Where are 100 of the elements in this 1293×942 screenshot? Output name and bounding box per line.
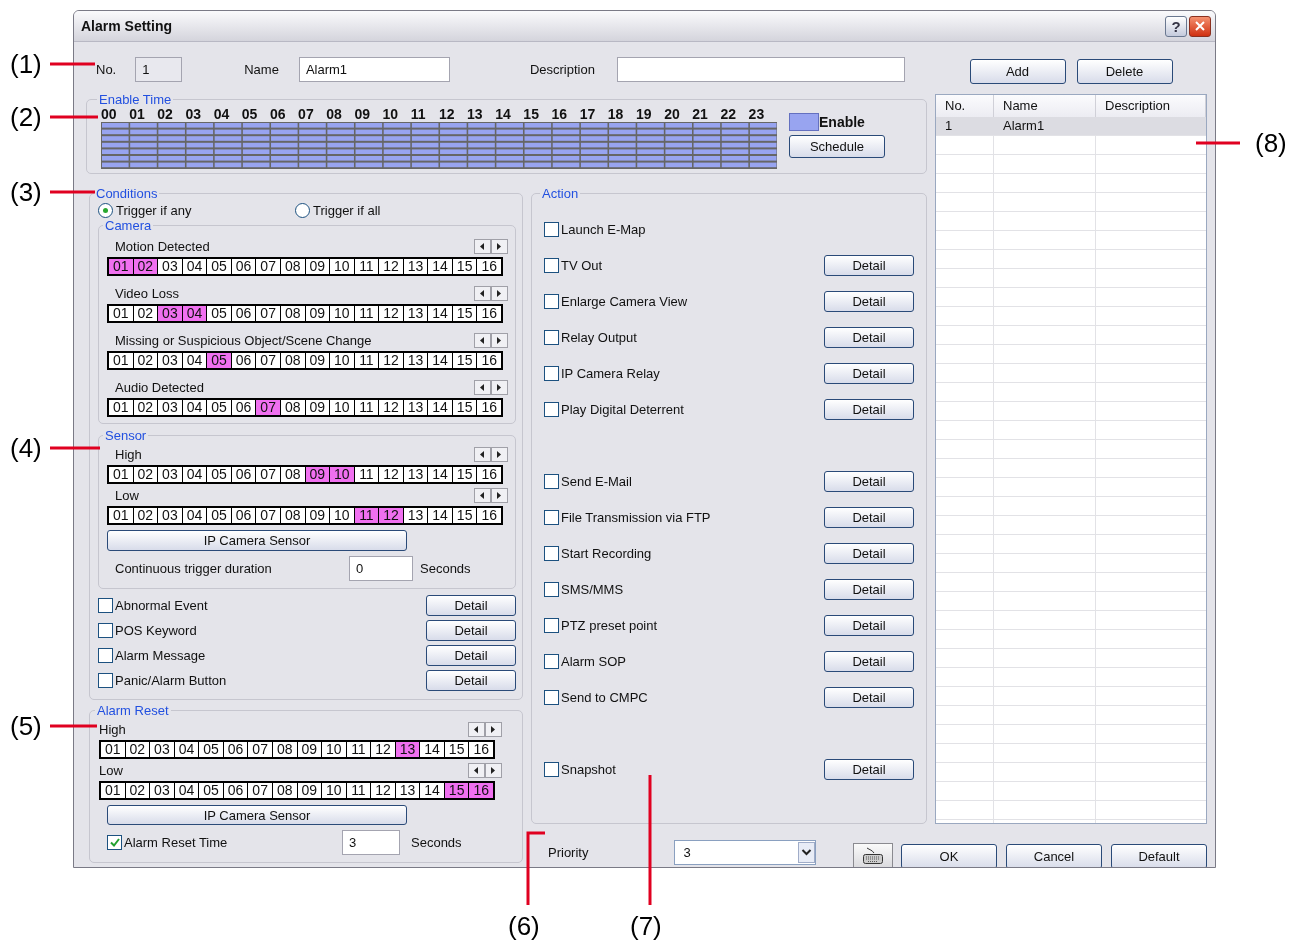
detail-button[interactable]: Detail: [824, 290, 914, 312]
detail-button[interactable]: Detail: [824, 362, 914, 384]
radio-label: Trigger if all: [313, 203, 381, 218]
channel-cell[interactable]: 10: [330, 467, 355, 482]
callout-label: (7): [630, 912, 662, 940]
name-field[interactable]: Alarm1: [298, 56, 450, 82]
hour-label: 16: [551, 107, 569, 122]
duration-field[interactable]: 0: [349, 555, 413, 581]
hour-label: 22: [720, 107, 737, 122]
detail-button[interactable]: Detail: [824, 470, 914, 492]
checkbox[interactable]: [544, 221, 559, 237]
detail-button[interactable]: Detail: [824, 506, 914, 528]
channel-cell[interactable]: 16: [469, 783, 493, 798]
checkbox[interactable]: [544, 509, 559, 525]
schedule-button[interactable]: Schedule: [789, 135, 885, 158]
channel-cell[interactable]: 09: [305, 467, 331, 482]
detail-button[interactable]: Detail: [426, 595, 516, 616]
checkbox[interactable]: [98, 673, 113, 688]
scroll-arrows[interactable]: [468, 721, 502, 737]
checkbox[interactable]: [544, 401, 559, 417]
detail-button[interactable]: Detail: [426, 645, 516, 666]
hour-label: 06: [269, 107, 287, 122]
ip-camera-sensor-button[interactable]: IP Camera Sensor: [107, 530, 407, 551]
priority-select[interactable]: 3: [674, 839, 817, 865]
checkbox-label: Alarm Reset Time: [124, 834, 228, 850]
dialog-button[interactable]: Cancel: [1006, 843, 1102, 867]
description-field[interactable]: [616, 56, 905, 82]
channel-cell[interactable]: 05: [207, 353, 232, 368]
scroll-arrows[interactable]: [474, 238, 508, 254]
checkbox[interactable]: [544, 653, 559, 669]
scroll-arrows[interactable]: [474, 446, 508, 462]
detail-button[interactable]: Detail: [824, 758, 914, 780]
callout-label: (4): [10, 434, 42, 462]
hour-label: 04: [213, 107, 231, 122]
channel-cell[interactable]: 02: [133, 259, 159, 274]
scroll-arrows[interactable]: [474, 379, 508, 395]
table-row[interactable]: 1 Alarm1: [936, 117, 1206, 136]
scroll-arrows[interactable]: [474, 487, 508, 503]
ip-camera-sensor-button[interactable]: IP Camera Sensor: [107, 805, 407, 825]
channel-row-label: Low: [115, 487, 139, 503]
detail-button[interactable]: Detail: [824, 254, 914, 276]
hour-label: 17: [579, 107, 597, 122]
scroll-arrows[interactable]: [474, 332, 508, 348]
detail-button[interactable]: Detail: [824, 398, 914, 420]
table-cell-text: 1: [944, 117, 954, 135]
scroll-arrows[interactable]: [474, 285, 508, 301]
close-icon: [1195, 21, 1205, 31]
checkbox[interactable]: [544, 365, 559, 381]
checkbox-label: File Transmission via FTP: [561, 509, 711, 525]
checkbox[interactable]: [544, 689, 559, 705]
detail-button[interactable]: Detail: [824, 578, 914, 600]
detail-button[interactable]: Detail: [824, 650, 914, 672]
checkbox[interactable]: [544, 329, 559, 345]
detail-button[interactable]: Detail: [824, 326, 914, 348]
radio-button[interactable]: [295, 203, 310, 218]
channel-cell[interactable]: 12: [379, 508, 404, 523]
checkbox[interactable]: [544, 761, 559, 777]
detail-button[interactable]: Detail: [426, 620, 516, 641]
channel-cell[interactable]: 13: [395, 742, 421, 757]
checkbox[interactable]: [98, 623, 113, 638]
detail-button[interactable]: Detail: [824, 542, 914, 564]
detail-button[interactable]: Detail: [426, 670, 516, 691]
help-button[interactable]: ?: [1165, 15, 1187, 37]
callout-label: (5): [10, 712, 42, 740]
reset-time-field[interactable]: 3: [342, 829, 400, 855]
checkbox[interactable]: [544, 545, 559, 561]
checkbox[interactable]: [107, 834, 122, 850]
channel-cell[interactable]: 07: [256, 400, 281, 415]
description-label: Description: [529, 61, 595, 77]
dialog-button[interactable]: OK: [901, 843, 997, 867]
hour-label: 03: [185, 107, 203, 122]
radio-button[interactable]: [98, 203, 113, 218]
checkbox[interactable]: [544, 257, 559, 273]
checkbox[interactable]: [544, 581, 559, 597]
checkbox[interactable]: [544, 617, 559, 633]
detail-button[interactable]: Detail: [824, 614, 914, 636]
hour-label: 05: [241, 107, 259, 122]
checkbox[interactable]: [98, 648, 113, 663]
channel-cell[interactable]: 01: [109, 259, 134, 274]
hour-label: 11: [410, 107, 427, 122]
detail-button[interactable]: Detail: [824, 686, 914, 708]
hour-label: 23: [748, 107, 766, 122]
checkbox[interactable]: [544, 473, 559, 489]
checkbox[interactable]: [544, 293, 559, 309]
keyboard-button[interactable]: [853, 842, 893, 867]
channel-cell[interactable]: 11: [354, 508, 380, 523]
close-button[interactable]: [1189, 15, 1211, 37]
channel-cell[interactable]: 15: [444, 783, 470, 798]
scroll-arrows[interactable]: [468, 762, 502, 778]
checkbox[interactable]: [98, 598, 113, 613]
add-button[interactable]: Add: [969, 59, 1066, 84]
hour-label: 18: [607, 107, 625, 122]
hour-label: 02: [157, 107, 174, 122]
channel-cell[interactable]: 04: [182, 306, 208, 321]
hour-label: 10: [382, 107, 400, 122]
delete-button[interactable]: Delete: [1076, 59, 1173, 84]
no-field[interactable]: 1: [135, 56, 183, 82]
channel-cell[interactable]: 03: [158, 306, 183, 321]
dialog-button[interactable]: Default: [1111, 843, 1207, 867]
leader-line: [50, 190, 95, 194]
